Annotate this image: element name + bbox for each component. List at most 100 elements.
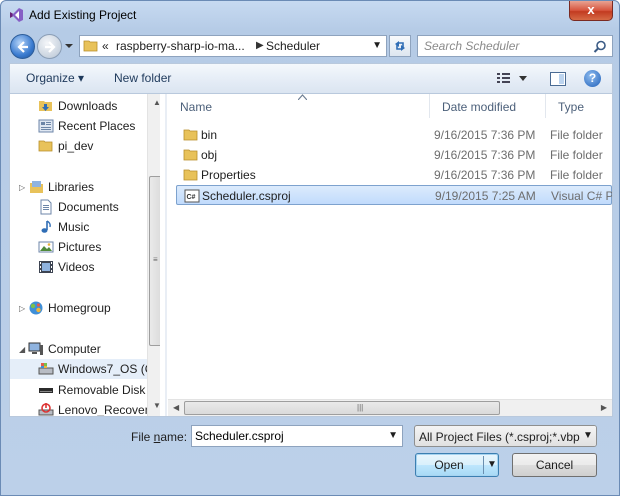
breadcrumb-separator-icon[interactable]: ▶ — [256, 40, 264, 51]
column-header-label: Type — [558, 100, 585, 114]
cancel-button[interactable]: Cancel — [512, 453, 597, 477]
folder-icon — [38, 140, 53, 152]
recent-pages-dropdown-icon[interactable] — [64, 41, 74, 51]
column-header-label: Name — [180, 100, 213, 114]
nav-item-pi-dev[interactable]: pi_dev — [10, 136, 147, 156]
new-folder-button[interactable]: New folder — [114, 71, 171, 85]
homegroup-icon — [29, 301, 43, 315]
nav-item-libraries[interactable]: ▷ Libraries — [10, 177, 147, 197]
nav-item-videos[interactable]: Videos — [10, 257, 147, 277]
file-row-scheduler-csproj[interactable]: C# Scheduler.csproj 9/19/2015 7:25 AM Vi… — [176, 185, 612, 205]
scroll-up-arrow-icon[interactable]: ▲ — [153, 98, 160, 107]
column-header-label: Date modified — [442, 100, 517, 114]
nav-item-lenovo-recovery[interactable]: Lenovo_Recoven — [10, 400, 151, 416]
add-existing-project-dialog: Add Existing Project x « raspberry-sharp… — [0, 0, 620, 496]
change-view-icon[interactable] — [497, 72, 531, 86]
file-name-input[interactable] — [195, 428, 375, 444]
nav-item-label: Documents — [58, 200, 119, 214]
file-type-select[interactable]: All Project Files (*.csproj;*.vbpro ▼ — [414, 425, 597, 447]
file-name-combobox[interactable]: ▼ — [191, 425, 403, 447]
breadcrumb-overflow[interactable]: « — [102, 39, 109, 53]
refresh-button[interactable] — [389, 35, 411, 57]
computer-icon — [28, 342, 43, 355]
nav-item-label: pi_dev — [58, 139, 94, 153]
breadcrumb-item[interactable]: raspberry-sharp-io-ma... — [116, 39, 245, 53]
scrollbar-thumb[interactable]: ≡ — [149, 176, 160, 346]
scroll-right-arrow-icon[interactable]: ▶ — [601, 403, 607, 412]
nav-item-windows7-os[interactable]: Windows7_OS (C — [10, 359, 153, 379]
nav-item-downloads[interactable]: Downloads — [10, 96, 147, 116]
svg-text:C#: C# — [187, 194, 196, 201]
collapse-arrow-icon[interactable]: ◢ — [19, 345, 25, 354]
documents-icon — [40, 199, 52, 215]
scroll-left-arrow-icon[interactable]: ◀ — [173, 403, 179, 412]
scrollbar-thumb[interactable]: ||| — [184, 401, 500, 415]
folder-icon — [183, 169, 198, 181]
nav-item-pictures[interactable]: Pictures — [10, 237, 147, 257]
address-dropdown-icon[interactable]: ▼ — [372, 40, 382, 51]
close-button[interactable]: x — [569, 1, 613, 21]
column-header-date-modified[interactable]: Date modified — [430, 94, 546, 118]
forward-button[interactable] — [37, 34, 62, 59]
expand-arrow-icon[interactable]: ▷ — [19, 183, 25, 192]
address-bar[interactable]: « raspberry-sharp-io-ma... ▶ Scheduler ▼ — [79, 35, 387, 57]
file-name-label: File name: — [131, 430, 188, 444]
nav-item-removable-disk[interactable]: Removable Disk ( — [10, 380, 153, 400]
nav-item-label: Downloads — [58, 99, 118, 113]
drive-icon — [38, 363, 54, 375]
search-icon[interactable] — [593, 40, 607, 54]
scroll-down-arrow-icon[interactable]: ▼ — [153, 401, 160, 410]
file-date: 9/16/2015 7:36 PM — [434, 128, 536, 142]
chevron-down-icon[interactable]: ▼ — [580, 426, 596, 446]
column-header-name[interactable]: Name — [168, 94, 430, 118]
file-row-bin[interactable]: bin 9/16/2015 7:36 PM File folder — [176, 125, 612, 145]
file-list-horizontal-scrollbar[interactable]: ◀ ||| ▶ — [168, 399, 612, 416]
expand-arrow-icon[interactable]: ▷ — [19, 304, 25, 313]
nav-item-computer[interactable]: ◢ Computer — [10, 339, 147, 359]
forward-arrow-icon — [45, 41, 56, 53]
chevron-down-icon[interactable]: ▼ — [388, 430, 398, 441]
file-type: File folder — [550, 148, 603, 162]
nav-item-label: Windows7_OS (C — [58, 362, 154, 376]
nav-item-label: Removable Disk ( — [58, 383, 153, 397]
nav-pane-scrollbar[interactable]: ▲ ≡ ▼ — [147, 94, 160, 416]
libraries-icon — [30, 181, 43, 193]
back-button[interactable] — [10, 34, 35, 59]
open-button[interactable]: Open ▼ — [415, 453, 499, 477]
open-label: Open — [434, 458, 464, 472]
nav-item-label: Libraries — [48, 180, 95, 194]
nav-item-label: Computer — [48, 342, 101, 356]
preview-pane-icon[interactable] — [550, 71, 566, 87]
nav-item-label: Recent Places — [58, 119, 136, 133]
sort-ascending-icon — [298, 94, 307, 100]
navigation-pane[interactable]: Downloads Recent Places pi_dev ▷ Librari… — [10, 94, 160, 416]
file-type: File folder — [550, 128, 603, 142]
split-divider — [483, 456, 484, 474]
open-options-dropdown-icon[interactable]: ▼ — [487, 454, 497, 476]
column-header-type[interactable]: Type — [546, 94, 612, 118]
folder-icon — [183, 129, 198, 141]
browser-area: Downloads Recent Places pi_dev ▷ Librari… — [9, 93, 613, 417]
file-date: 9/19/2015 7:25 AM — [435, 189, 536, 203]
nav-item-documents[interactable]: Documents — [10, 197, 147, 217]
pane-splitter[interactable] — [165, 94, 167, 416]
organize-button[interactable]: Organize ▾ — [26, 71, 84, 85]
nav-item-recent-places[interactable]: Recent Places — [10, 116, 147, 136]
address-row: « raspberry-sharp-io-ma... ▶ Scheduler ▼… — [1, 31, 619, 61]
recovery-drive-icon — [38, 403, 54, 416]
breadcrumb-item[interactable]: Scheduler — [266, 39, 320, 53]
file-date: 9/16/2015 7:36 PM — [434, 168, 536, 182]
nav-item-homegroup[interactable]: ▷ Homegroup — [10, 298, 147, 318]
nav-item-music[interactable]: Music — [10, 217, 147, 237]
file-name: Scheduler.csproj — [202, 189, 291, 203]
file-list[interactable]: Name Date modified Type bin 9/16/2015 7:… — [168, 94, 612, 416]
search-box[interactable]: Search Scheduler — [417, 35, 613, 57]
file-row-properties[interactable]: Properties 9/16/2015 7:36 PM File folder — [176, 165, 612, 185]
file-row-obj[interactable]: obj 9/16/2015 7:36 PM File folder — [176, 145, 612, 165]
grip-icon: ≡ — [153, 255, 158, 264]
help-button[interactable]: ? — [584, 70, 601, 87]
file-name: obj — [201, 148, 218, 162]
grip-icon: ||| — [357, 403, 364, 412]
music-icon — [41, 220, 51, 233]
back-arrow-icon — [17, 41, 28, 53]
